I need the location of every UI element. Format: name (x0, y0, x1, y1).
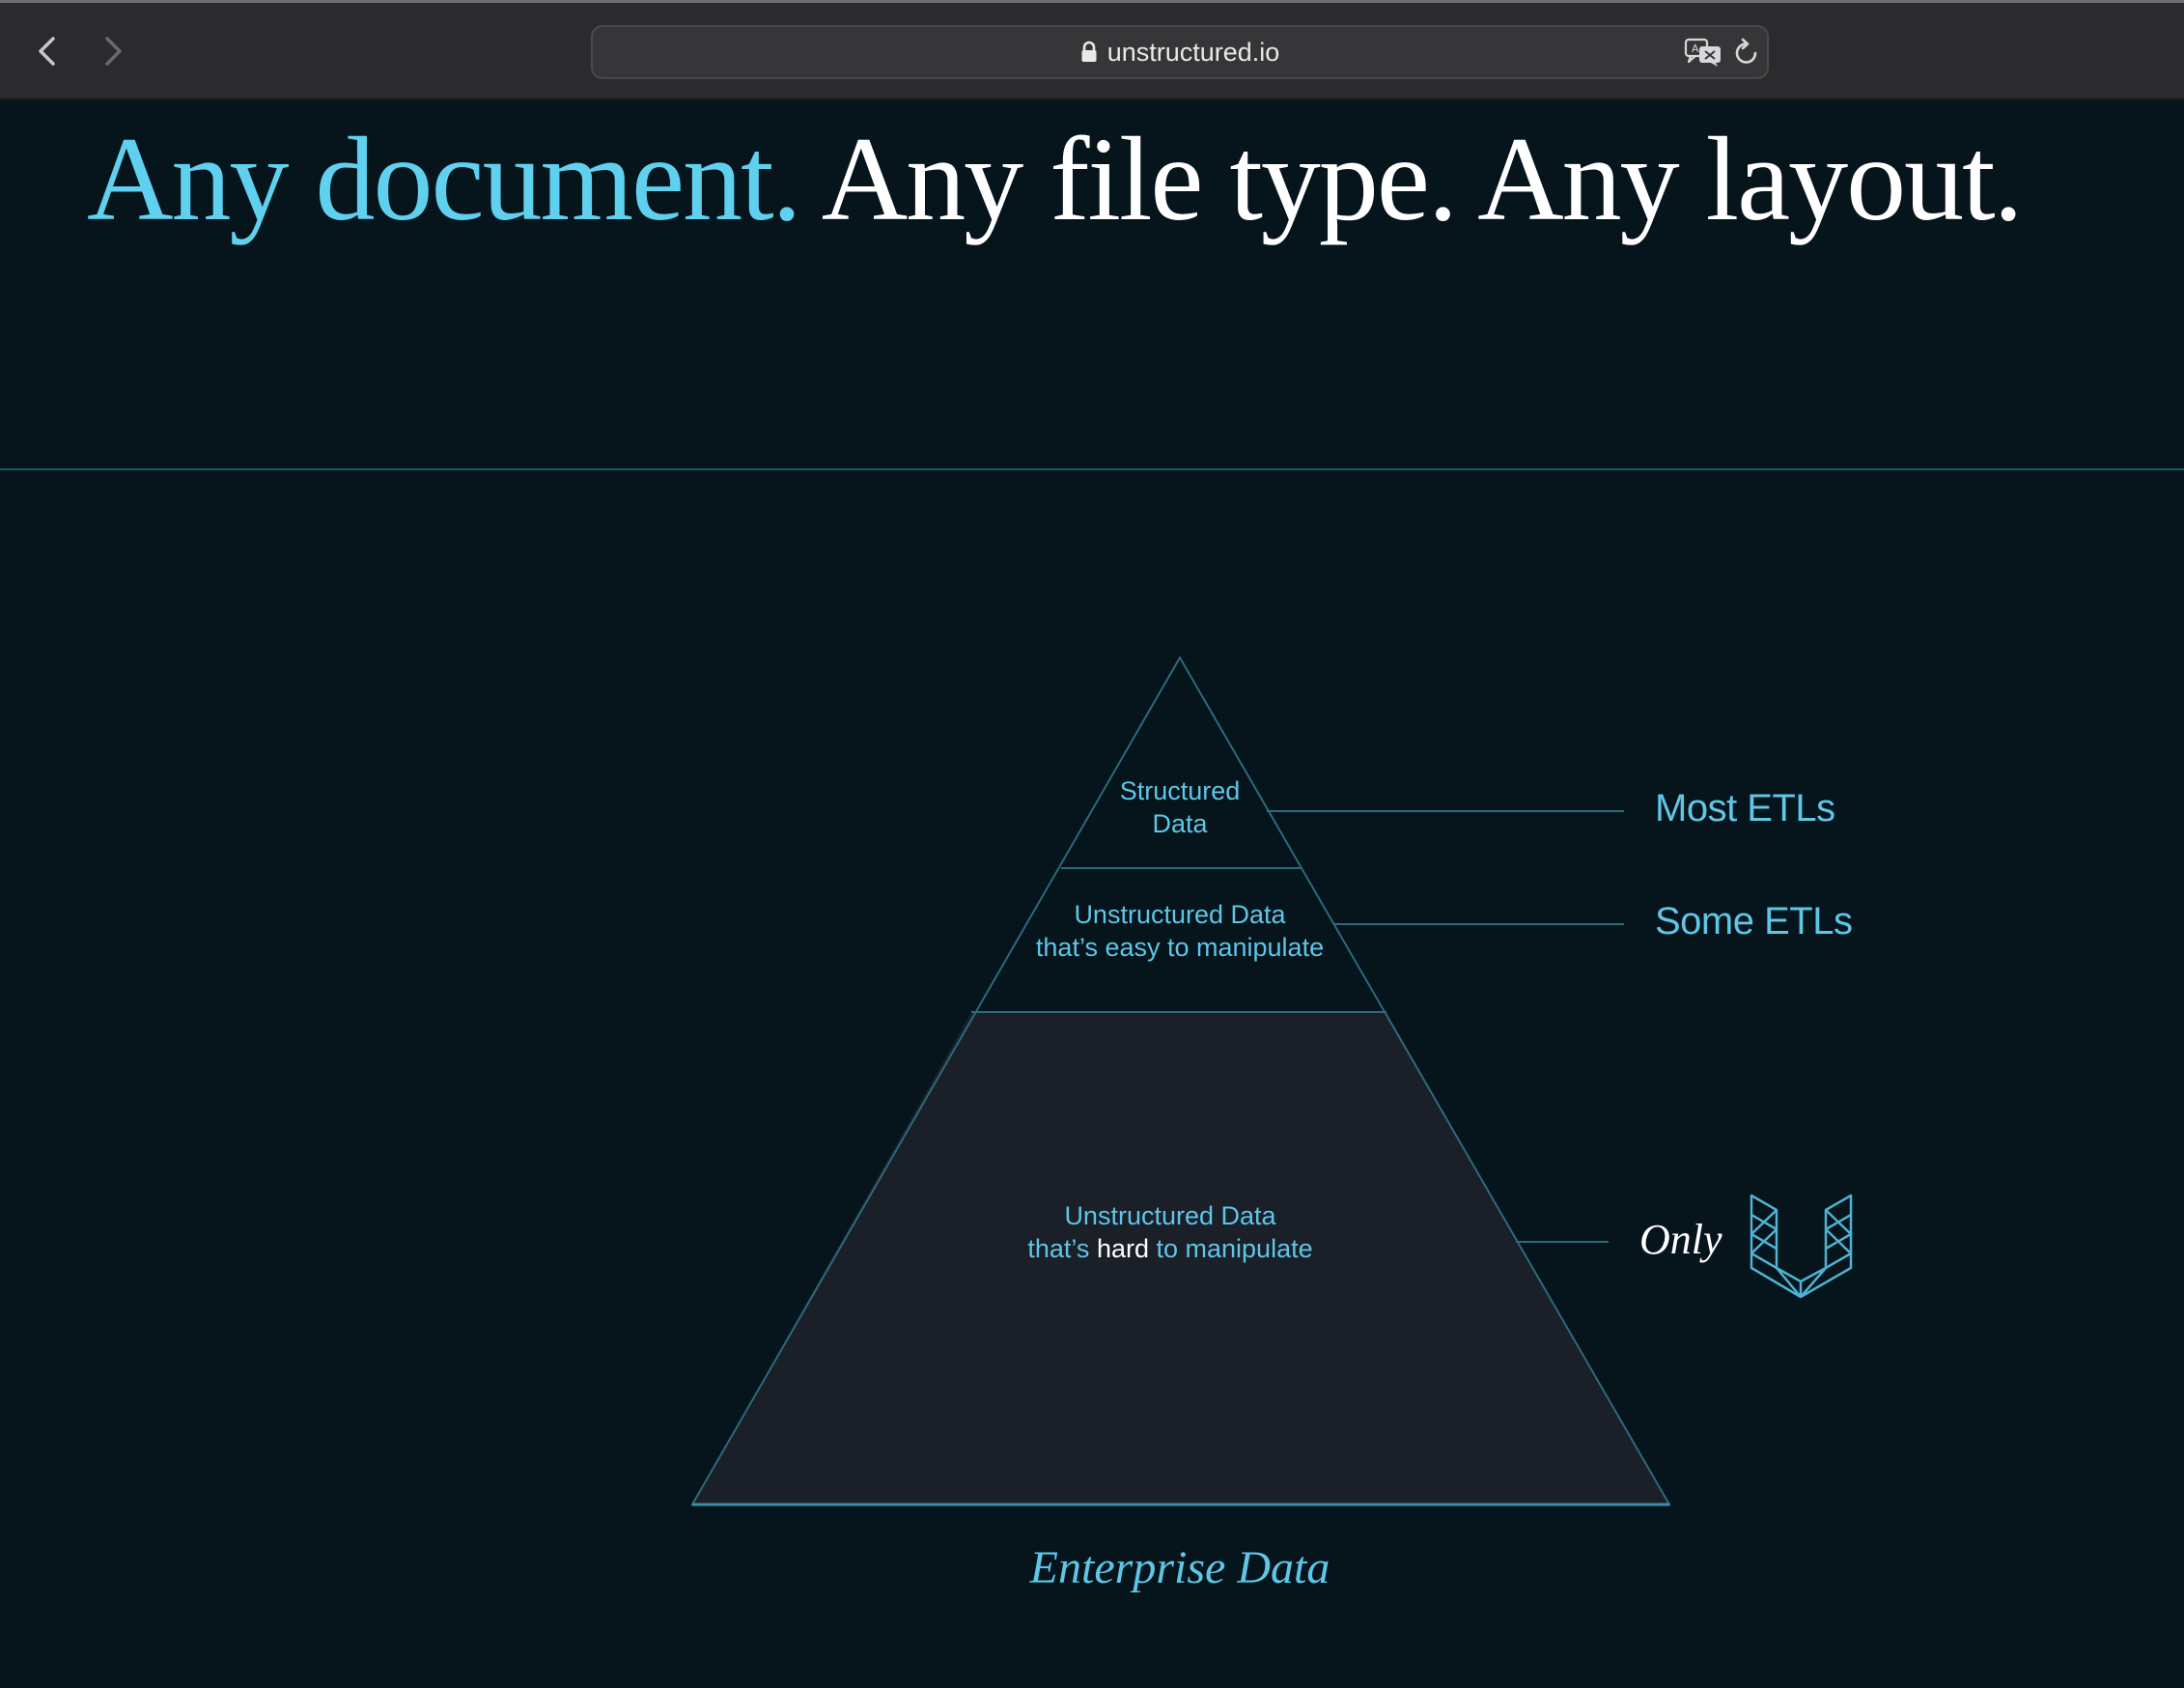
unstructured-logo-icon (1750, 1194, 1853, 1299)
tier-hard-line1: Unstructured Data (1064, 1201, 1276, 1230)
chevron-right-icon (105, 37, 122, 66)
label-only: Only (1639, 1216, 1722, 1263)
lock-icon (1080, 41, 1098, 64)
chevron-left-icon (39, 37, 55, 66)
address-bar[interactable]: unstructured.io A (591, 25, 1769, 79)
tier-structured-line2: Data (1152, 809, 1208, 838)
label-most-etls: Most ETLs (1655, 787, 1835, 830)
tier-hard-text: Unstructured Data that’s hard to manipul… (996, 1199, 1344, 1265)
label-some-etls: Some ETLs (1655, 900, 1853, 942)
tier-hard-post: to manipulate (1149, 1234, 1313, 1263)
label-enterprise-data: Enterprise Data (1029, 1542, 1330, 1593)
tier-easy-line1: Unstructured Data (1074, 900, 1286, 929)
tier-hard-emphasis: hard (1096, 1234, 1149, 1263)
pyramid-diagram (690, 655, 1853, 1506)
translate-icon[interactable]: A (1684, 37, 1722, 72)
tier-structured-text: Structured Data (1064, 774, 1296, 840)
tier-hard-pre: that’s (1027, 1234, 1097, 1263)
tier-hard-line2: that’s hard to manipulate (996, 1232, 1344, 1265)
tier-easy-text: Unstructured Data that’s easy to manipul… (1006, 898, 1354, 964)
forward-button[interactable] (95, 30, 133, 72)
tier-structured-line1: Structured (1119, 776, 1241, 805)
address-url: unstructured.io (1106, 37, 1280, 67)
svg-text:A: A (1692, 42, 1699, 55)
tier-easy-line2: that’s easy to manipulate (1035, 933, 1325, 962)
back-button[interactable] (27, 30, 66, 72)
address-text-wrap: unstructured.io (593, 27, 1767, 77)
browser-toolbar: unstructured.io A (0, 0, 2184, 100)
reload-icon[interactable] (1732, 37, 1761, 72)
